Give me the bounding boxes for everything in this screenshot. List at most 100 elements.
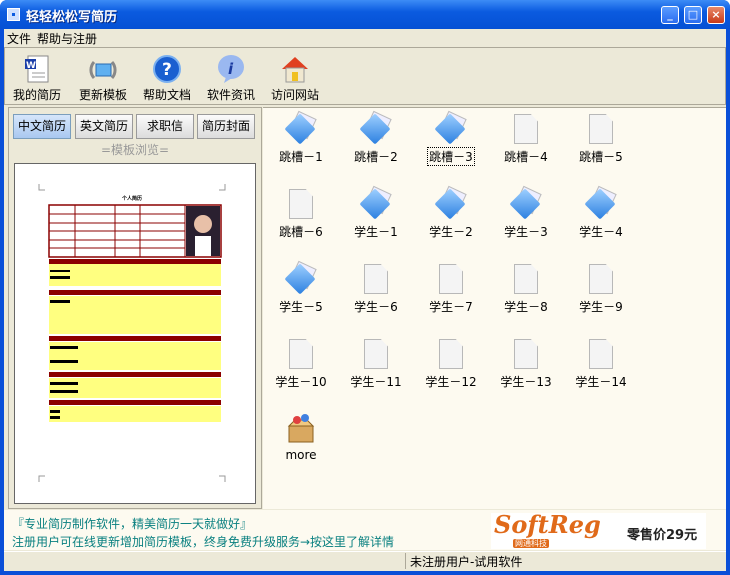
tool-label: 软件资讯: [206, 88, 255, 102]
visit-website-button[interactable]: 访问网站: [267, 54, 323, 103]
register-link[interactable]: 注册用户可在线更新增加简历模板，终身免费升级服务→按这里了解详情: [12, 533, 394, 550]
preview-heading: 个人简历: [121, 195, 142, 202]
template-folder-icon: [284, 110, 317, 145]
template-grid: 跳槽－1 跳槽－2 跳槽－3 跳槽－4 跳槽－5 跳槽－6 学生－1 学生－2 学生－3 学生－4…: [263, 107, 726, 509]
tool-label: 更新模板: [78, 88, 127, 102]
template-label: 学生－5: [279, 300, 323, 314]
app-window: 轻轻松松写简历 _ □ × 文件 帮助与注册 W 我的简历 更新模板 ? 帮助文档…: [0, 0, 730, 575]
template-item[interactable]: 学生－6: [341, 262, 411, 315]
template-label: more: [285, 448, 317, 462]
tab-english-resume[interactable]: 英文简历: [75, 114, 133, 139]
template-label: 学生－12: [425, 375, 477, 389]
template-folder-icon: [359, 185, 392, 220]
tab-resume-cover[interactable]: 简历封面: [197, 114, 255, 139]
help-icon: ?: [152, 54, 182, 84]
word-doc-icon: W: [22, 54, 52, 84]
tool-label: 我的简历: [12, 88, 61, 102]
template-item[interactable]: 学生－11: [341, 337, 411, 390]
window-title: 轻轻松松写简历: [26, 10, 118, 25]
template-label: 跳槽－3: [427, 147, 475, 166]
template-label: 学生－3: [504, 225, 548, 239]
template-item[interactable]: 学生－9: [566, 262, 636, 315]
template-preview: 个人简历: [14, 163, 256, 504]
promo-area: 『专业简历制作软件，精美简历一天就做好』 注册用户可在线更新增加简历模板，终身免…: [4, 510, 726, 550]
blank-doc-icon: [289, 339, 313, 369]
svg-text:W: W: [26, 61, 36, 71]
menu-file[interactable]: 文件: [4, 29, 34, 48]
template-item[interactable]: more: [266, 412, 336, 462]
blank-doc-icon: [514, 339, 538, 369]
template-item[interactable]: 学生－5: [266, 260, 336, 315]
template-item[interactable]: 跳槽－3: [416, 110, 486, 166]
tab-cover-letter[interactable]: 求职信: [136, 114, 194, 139]
blank-doc-icon: [364, 264, 388, 294]
blank-doc-icon: [439, 339, 463, 369]
software-info-button[interactable]: i 软件资讯: [203, 54, 259, 103]
client-area: 文件 帮助与注册 W 我的简历 更新模板 ? 帮助文档 i 软件资讯 访问网站 中…: [4, 29, 726, 571]
blank-doc-icon: [514, 114, 538, 144]
svg-text:?: ?: [162, 60, 172, 80]
tool-label: 帮助文档: [142, 88, 191, 102]
menu-help-register[interactable]: 帮助与注册: [34, 29, 100, 48]
template-item[interactable]: 学生－12: [416, 337, 486, 390]
menu-bar: 文件 帮助与注册: [4, 29, 726, 46]
app-icon[interactable]: [7, 8, 20, 21]
blank-doc-icon: [364, 339, 388, 369]
template-label: 学生－11: [350, 375, 402, 389]
template-label: 学生－13: [500, 375, 552, 389]
template-item[interactable]: 学生－1: [341, 185, 411, 240]
template-label: 学生－2: [429, 225, 473, 239]
template-item[interactable]: 跳槽－1: [266, 110, 336, 165]
home-icon: [280, 54, 310, 84]
minimize-button[interactable]: _: [661, 6, 679, 24]
help-docs-button[interactable]: ? 帮助文档: [139, 54, 195, 103]
template-item[interactable]: 跳槽－4: [491, 112, 561, 165]
template-item[interactable]: 学生－10: [266, 337, 336, 390]
close-button[interactable]: ×: [707, 6, 725, 24]
template-label: 学生－14: [575, 375, 627, 389]
toolbar: W 我的简历 更新模板 ? 帮助文档 i 软件资讯 访问网站: [4, 47, 726, 105]
update-templates-button[interactable]: 更新模板: [75, 54, 131, 103]
template-label: 跳槽－4: [504, 150, 548, 164]
resume-thumbnail: 个人简历: [38, 184, 226, 482]
blank-doc-icon: [439, 264, 463, 294]
template-item[interactable]: 学生－7: [416, 262, 486, 315]
softreg-ad[interactable]: SoftReg 网通科技 零售价29元: [491, 510, 706, 549]
softreg-logo: SoftReg: [494, 510, 601, 539]
blank-doc-icon: [589, 114, 613, 144]
template-label: 学生－7: [429, 300, 473, 314]
status-text: 未注册用户-试用软件: [405, 553, 522, 569]
template-label: 学生－9: [579, 300, 623, 314]
template-item[interactable]: 学生－13: [491, 337, 561, 390]
my-resume-button[interactable]: W 我的简历: [9, 54, 65, 103]
title-bar: 轻轻松松写简历 _ □ ×: [0, 0, 730, 29]
template-item[interactable]: 跳槽－6: [266, 187, 336, 240]
maximize-button[interactable]: □: [684, 6, 702, 24]
ad-price: 零售价29元: [627, 528, 698, 543]
template-item[interactable]: 学生－8: [491, 262, 561, 315]
template-item[interactable]: 学生－2: [416, 185, 486, 240]
info-icon: i: [216, 54, 246, 84]
template-item[interactable]: 学生－4: [566, 185, 636, 240]
template-label: 跳槽－6: [279, 225, 323, 239]
more-box-icon: [285, 412, 317, 444]
blank-doc-icon: [589, 339, 613, 369]
template-item[interactable]: 学生－14: [566, 337, 636, 390]
template-label: 学生－6: [354, 300, 398, 314]
template-label: 学生－1: [354, 225, 398, 239]
template-item[interactable]: 跳槽－5: [566, 112, 636, 165]
template-folder-icon: [284, 260, 317, 295]
template-item[interactable]: 跳槽－2: [341, 110, 411, 165]
svg-text:i: i: [228, 60, 234, 78]
template-folder-icon: [434, 185, 467, 220]
template-folder-icon: [584, 185, 617, 220]
blank-doc-icon: [289, 189, 313, 219]
template-label: 跳槽－5: [579, 150, 623, 164]
template-label: 学生－10: [275, 375, 327, 389]
status-bar: 未注册用户-试用软件: [4, 551, 726, 569]
refresh-icon: [88, 54, 118, 84]
promo-slogan: 『专业简历制作软件，精美简历一天就做好』: [12, 517, 253, 531]
template-item[interactable]: 学生－3: [491, 185, 561, 240]
template-folder-icon: [359, 110, 392, 145]
tab-chinese-resume[interactable]: 中文简历: [13, 114, 71, 139]
